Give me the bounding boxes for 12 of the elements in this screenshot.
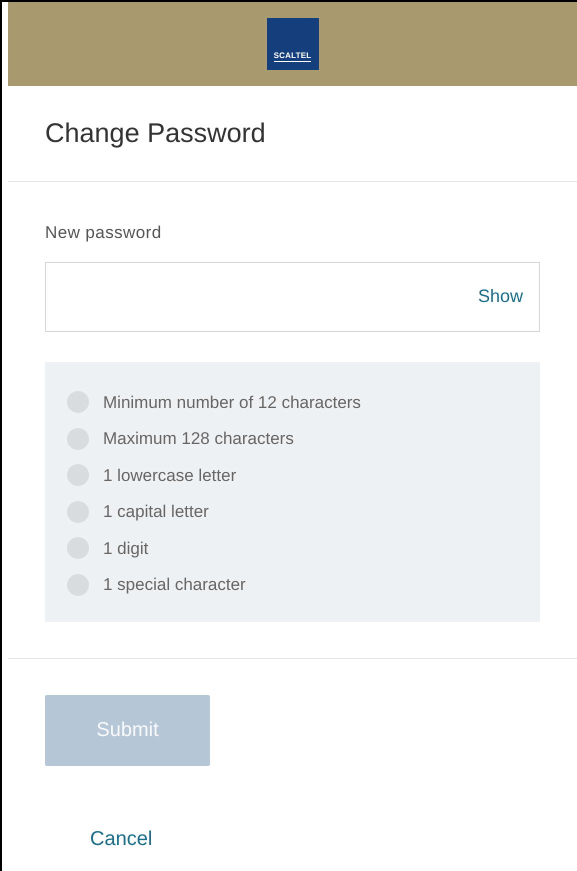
page-title: Change Password <box>45 117 266 150</box>
password-field[interactable]: Show <box>45 262 540 332</box>
show-toggle[interactable]: Show <box>478 283 523 310</box>
field-label: New password <box>45 222 163 244</box>
requirement-text: Maximum 128 characters <box>103 428 294 450</box>
requirement-text: 1 lowercase letter <box>103 464 236 486</box>
logo-text: SCALTEL <box>274 51 312 62</box>
requirement-text: 1 special character <box>103 574 246 596</box>
requirement-text: 1 digit <box>103 538 148 560</box>
requirement-text: 1 capital letter <box>103 501 209 523</box>
cancel-link[interactable]: Cancel <box>90 828 152 850</box>
requirement-text: Minimum number of 12 characters <box>103 392 361 414</box>
